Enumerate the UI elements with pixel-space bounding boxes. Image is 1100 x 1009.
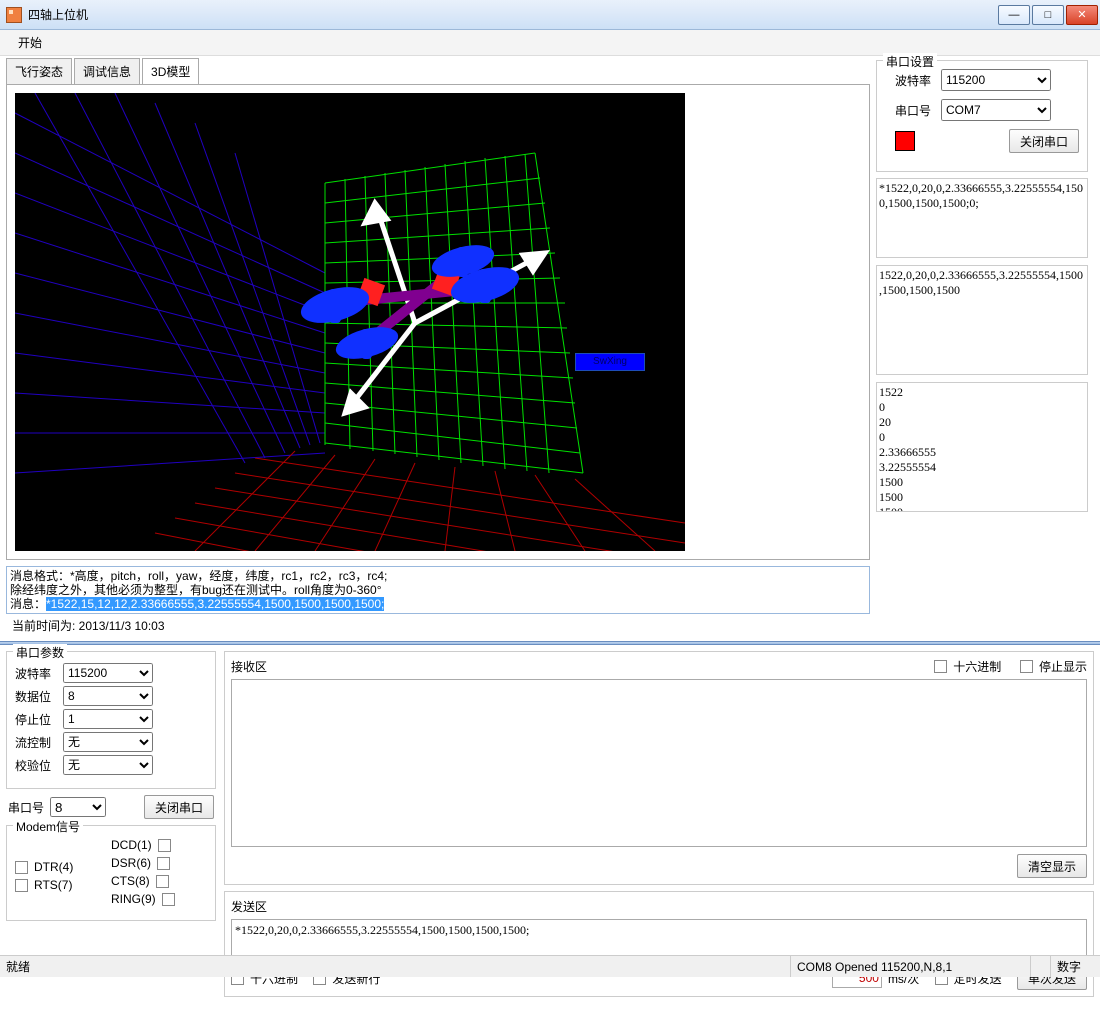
ring-checkbox[interactable]: [162, 893, 175, 906]
baud-label: 波特率: [885, 72, 941, 89]
receive-title: 接收区: [231, 658, 267, 675]
output-2[interactable]: 1522,0,20,0,2.33666555,3.22555554,1500,1…: [876, 265, 1088, 375]
msg-line-3-selected[interactable]: *1522,15,12,12,2.33666555,3.22555554,150…: [46, 597, 384, 611]
dcd-checkbox[interactable]: [158, 839, 171, 852]
tab-debug-info[interactable]: 调试信息: [74, 58, 140, 84]
maximize-button[interactable]: □: [1032, 5, 1064, 25]
baud-select[interactable]: 115200: [941, 69, 1051, 91]
tab-3d-model[interactable]: 3D模型: [142, 58, 199, 84]
baud-select-2[interactable]: 115200: [63, 663, 153, 683]
dtr-label: DTR(4): [34, 860, 73, 874]
rx-hex-label: 十六进制: [953, 658, 1001, 675]
port-label: 串口号: [885, 102, 941, 119]
flowctl-select[interactable]: 无: [63, 732, 153, 752]
rx-stop-checkbox[interactable]: [1020, 660, 1033, 673]
cts-label: CTS(8): [111, 874, 150, 888]
send-title: 发送区: [231, 898, 1087, 915]
port-select-2[interactable]: 8: [50, 797, 106, 817]
receive-textarea[interactable]: [231, 679, 1087, 847]
rx-hex-checkbox[interactable]: [934, 660, 947, 673]
output-3[interactable]: 1522 0 20 0 2.33666555 3.22555554 1500 1…: [876, 382, 1088, 512]
parity-select[interactable]: 无: [63, 755, 153, 775]
databits-label: 数据位: [15, 688, 63, 705]
serial-settings-title: 串口设置: [883, 53, 937, 70]
close-serial-button-2[interactable]: 关闭串口: [144, 795, 214, 819]
databits-select[interactable]: 8: [63, 686, 153, 706]
msg-line-3-prefix: 消息：: [10, 597, 46, 611]
3d-scene: [15, 93, 685, 551]
title-bar: 四轴上位机 — □ ✕: [0, 0, 1100, 30]
status-bar: 就绪 COM8 Opened 115200,N,8,1 数字: [0, 955, 1100, 977]
serial-params-group: 串口参数 波特率115200 数据位8 停止位1 流控制无 校验位无: [6, 651, 216, 789]
ring-label: RING(9): [111, 892, 156, 906]
port-select[interactable]: COM7: [941, 99, 1051, 121]
flowctl-label: 流控制: [15, 734, 63, 751]
status-ready: 就绪: [0, 956, 790, 977]
cts-checkbox[interactable]: [156, 875, 169, 888]
menu-start[interactable]: 开始: [10, 31, 50, 54]
rx-stop-label: 停止显示: [1039, 658, 1087, 675]
rts-checkbox[interactable]: [15, 879, 28, 892]
modem-title: Modem信号: [13, 818, 83, 835]
message-box: 消息格式：*高度，pitch，roll，yaw，经度，纬度，rc1，rc2，rc…: [6, 566, 870, 614]
dsr-label: DSR(6): [111, 856, 151, 870]
status-numlock: 数字: [1050, 956, 1100, 977]
close-serial-button[interactable]: 关闭串口: [1009, 129, 1079, 153]
stopbits-select[interactable]: 1: [63, 709, 153, 729]
clear-display-button[interactable]: 清空显示: [1017, 854, 1087, 878]
send-group: 发送区 *1522,0,20,0,2.33666555,3.22555554,1…: [224, 891, 1094, 997]
window-title: 四轴上位机: [28, 6, 998, 23]
dsr-checkbox[interactable]: [157, 857, 170, 870]
viewport-overlay-button[interactable]: SwXing: [575, 353, 645, 371]
msg-line-2: 除经纬度之外，其他必须为整型，有bug还在测试中。roll角度为0-360°: [10, 583, 866, 597]
port-label-2: 串口号: [8, 799, 44, 816]
minimize-button[interactable]: —: [998, 5, 1030, 25]
msg-line-1: 消息格式：*高度，pitch，roll，yaw，经度，纬度，rc1，rc2，rc…: [10, 569, 866, 583]
3d-viewport[interactable]: SwXing: [15, 93, 685, 551]
modem-signal-group: Modem信号 DTR(4) RTS(7) DCD(1) DSR(6) CTS(…: [6, 825, 216, 921]
baud-label-2: 波特率: [15, 665, 63, 682]
stopbits-label: 停止位: [15, 711, 63, 728]
timestamp: 当前时间为: 2013/11/3 10:03: [6, 614, 870, 637]
serial-settings-group: 串口设置 波特率 115200 串口号 COM7 关闭串口: [876, 60, 1088, 172]
send-textarea[interactable]: *1522,0,20,0,2.33666555,3.22555554,1500,…: [231, 919, 1087, 957]
tab-flight-attitude[interactable]: 飞行姿态: [6, 58, 72, 84]
app-icon: [6, 7, 22, 23]
serial-params-title: 串口参数: [13, 644, 67, 661]
close-button[interactable]: ✕: [1066, 5, 1098, 25]
serial-status-indicator: [895, 131, 915, 151]
dcd-label: DCD(1): [111, 838, 152, 852]
tab-strip: 飞行姿态 调试信息 3D模型: [6, 58, 870, 84]
dtr-checkbox[interactable]: [15, 861, 28, 874]
parity-label: 校验位: [15, 757, 63, 774]
status-spacer: [1030, 956, 1050, 977]
tab-body: SwXing: [6, 84, 870, 560]
status-port: COM8 Opened 115200,N,8,1: [790, 956, 1030, 977]
rts-label: RTS(7): [34, 878, 72, 892]
receive-group: 接收区 十六进制 停止显示 清空显示: [224, 651, 1094, 885]
output-1[interactable]: *1522,0,20,0,2.33666555,3.22555554,1500,…: [876, 178, 1088, 258]
